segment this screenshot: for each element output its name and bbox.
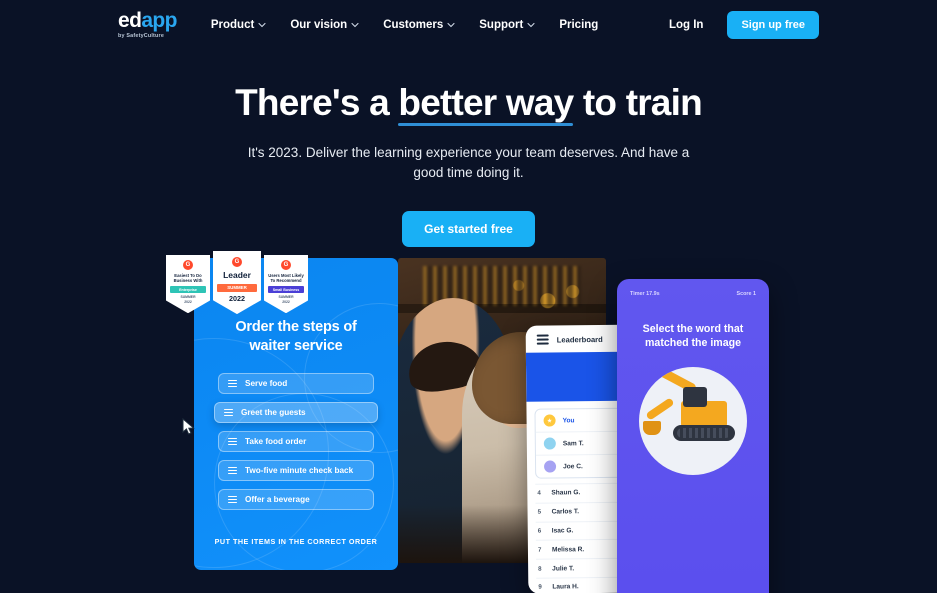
g2-badge-category: SUMMER [217, 283, 257, 293]
leaderboard-row-name: Sam T. [562, 439, 584, 447]
user-avatar-icon [544, 460, 557, 473]
logo-tagline: by SafetyCulture [118, 33, 165, 40]
quiz-question-text: Select the word that matched the image [642, 323, 744, 349]
excavator-arm-lower [645, 397, 675, 421]
headline-underlined-phrase: better way [398, 82, 574, 127]
drag-handle-icon[interactable] [228, 466, 237, 475]
excavator-cab [683, 386, 707, 407]
g2-logo-icon [281, 260, 291, 270]
nav-links: Product Our vision Customers Support Pri… [211, 19, 598, 31]
nav-item-support[interactable]: Support [479, 19, 535, 31]
g2-badge-title: Users Most Likely To Recommend [268, 273, 304, 284]
login-link[interactable]: Log In [669, 19, 704, 31]
drag-list-item-label: Serve food [245, 379, 288, 389]
get-started-free-button[interactable]: Get started free [402, 210, 535, 247]
drag-list-item[interactable]: Serve food [218, 373, 374, 395]
drag-list-item[interactable]: Greet the guests [214, 402, 378, 424]
g2-badge-title: Leader [223, 270, 251, 280]
drag-list-item-label: Two-five minute check back [245, 466, 354, 476]
g2-logo-icon [232, 257, 242, 267]
hero-subtext: It's 2023. Deliver the learning experien… [247, 145, 690, 180]
excavator-image [639, 366, 747, 475]
logo-ed-text: ed [118, 9, 142, 33]
g2-badge-year: 2022 [282, 299, 290, 304]
hamburger-menu-icon[interactable] [536, 334, 549, 345]
nav-item-customers[interactable]: Customers [383, 19, 455, 31]
leaderboard-title: Leaderboard [556, 334, 603, 344]
leaderboard-row-position: 4 [537, 490, 541, 498]
g2-badge-year: 2022 [184, 299, 192, 304]
top-navigation-bar: edapp by SafetyCulture Product Our visio… [0, 0, 937, 50]
g2-logo-icon [183, 260, 193, 270]
excavator-track [673, 424, 735, 441]
nav-actions: Log In Sign up free [669, 11, 819, 39]
drag-card-instruction: PUT THE ITEMS IN THE CORRECT ORDER [214, 537, 378, 546]
g2-badge-category: Small Business [268, 286, 304, 294]
nav-item-product-label: Product [210, 19, 255, 31]
excavator-bucket [643, 420, 661, 435]
chevron-down-icon [527, 21, 535, 28]
hero-cta-wrapper: Get started free [0, 210, 937, 247]
quiz-score-label: Score 1 [736, 291, 756, 297]
g2-badge-category: Enterprise [170, 286, 206, 294]
chevron-down-icon [258, 21, 266, 28]
leaderboard-row-name: Joe C. [563, 462, 583, 470]
leaderboard-row-position: 5 [537, 508, 542, 516]
user-avatar-icon [543, 437, 556, 450]
chevron-down-icon [447, 21, 455, 28]
quiz-meta-bar: Timer 17.9s Score 1 [617, 279, 769, 297]
drag-list-item[interactable]: Offer a beverage [218, 489, 374, 511]
drag-list-item[interactable]: Take food order [218, 431, 374, 453]
leaderboard-row-position: 6 [537, 527, 542, 535]
headline-part-1: There's a [235, 82, 399, 123]
drag-card-title: Order the steps of waiter service [235, 319, 357, 354]
nav-item-pricing[interactable]: Pricing [559, 19, 598, 31]
drag-handle-icon[interactable] [228, 437, 237, 446]
nav-item-product[interactable]: Product [210, 19, 266, 31]
leaderboard-row-position: 8 [538, 565, 542, 573]
drag-list-item-label: Greet the guests [241, 408, 306, 418]
image-quiz-card: Timer 17.9s Score 1 Select the word that… [617, 279, 769, 593]
g2-badge-users-most-likely-to-recommend: Users Most Likely To Recommend Small Bus… [264, 255, 308, 314]
leaderboard-row-position: 9 [538, 583, 542, 591]
edapp-logo[interactable]: edapp by SafetyCulture [118, 10, 177, 39]
nav-item-customers-label: Customers [383, 19, 444, 31]
drag-handle-icon[interactable] [224, 408, 233, 417]
logo-wordmark: edapp [118, 10, 177, 31]
g2-badge-easiest-to-do-business-with: Easiest To Do Business With Enterprise S… [166, 255, 210, 314]
quiz-timer-label: Timer 17.9s [630, 291, 660, 297]
nav-item-our-vision[interactable]: Our vision [290, 19, 359, 31]
nav-item-pricing-label: Pricing [559, 19, 599, 31]
star-avatar-icon: ★ [543, 414, 556, 427]
mouse-cursor-icon [182, 417, 196, 441]
hero-product-collage: Order the steps of waiter service Serve … [0, 251, 937, 593]
hero-section: There's a better way to train It's 2023.… [0, 50, 937, 247]
g2-badge-year: 2022 [229, 294, 245, 304]
drag-card-item-list: Serve food Greet the guests Take food or… [194, 373, 398, 511]
g2-badge-title: Easiest To Do Business With [173, 273, 203, 284]
leaderboard-row-name: You [562, 416, 575, 424]
drag-list-item[interactable]: Two-five minute check back [218, 460, 374, 482]
logo-app-text: app [141, 9, 177, 33]
nav-item-our-vision-label: Our vision [290, 19, 348, 31]
hero-headline: There's a better way to train [0, 82, 937, 127]
drag-list-item-label: Take food order [245, 437, 307, 447]
g2-badge-leader: Leader SUMMER 2022 [213, 251, 261, 315]
chevron-down-icon [351, 21, 359, 28]
nav-item-support-label: Support [479, 19, 524, 31]
headline-part-2: to train [573, 82, 703, 123]
leaderboard-row-position: 7 [537, 546, 542, 554]
drag-handle-icon[interactable] [228, 495, 237, 504]
signup-free-button[interactable]: Sign up free [727, 11, 819, 39]
drag-list-item-label: Offer a beverage [245, 495, 310, 505]
g2-award-badges: Easiest To Do Business With Enterprise S… [166, 251, 308, 315]
drag-handle-icon[interactable] [228, 379, 237, 388]
